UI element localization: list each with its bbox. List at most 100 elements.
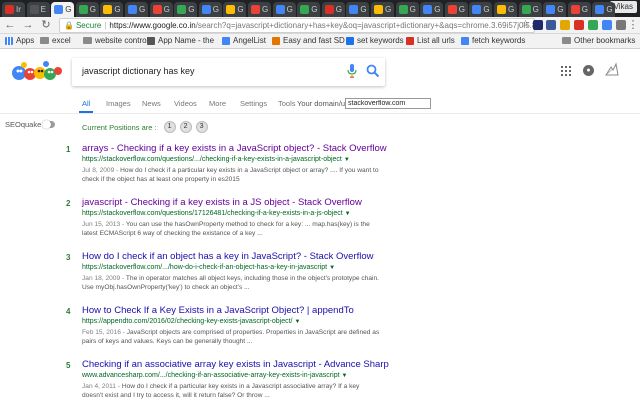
browser-tab[interactable]: G [248,2,271,17]
browser-tab[interactable]: G [420,2,444,17]
bookmark-item[interactable]: website controls [83,36,152,45]
result-title-link[interactable]: Checking if an associative array key exi… [82,359,389,370]
result-url[interactable]: https://stackoverflow.com/questions/.../… [82,156,350,163]
tab-settings[interactable]: Settings [240,99,267,108]
browser-tab[interactable]: G [469,2,493,17]
position-badge[interactable]: 1 [163,121,176,133]
tab-all[interactable]: All [82,99,90,108]
result-rank: 3 [66,253,71,262]
extension-icon[interactable] [560,20,570,30]
result-snippet: Jan 18, 2009 - The in operator matches a… [82,275,379,291]
menu-icon[interactable]: ⋮ [626,18,640,32]
browser-tab[interactable]: G [543,2,567,17]
extension-icon[interactable] [616,20,626,30]
back-arrow-icon[interactable]: ← [3,18,17,32]
notifications-icon[interactable]: ● [583,65,594,76]
tab-videos[interactable]: Videos [174,99,197,108]
browser-tab[interactable]: G [198,2,222,17]
bookmark-item[interactable]: fetch keywords [461,36,525,45]
result-title-link[interactable]: arrays - Checking if a key exists in a J… [82,143,387,154]
extension-icon[interactable] [546,20,556,30]
tab-favicon-icon [201,5,211,14]
browser-tab[interactable]: G [494,2,517,17]
result-rank: 5 [66,361,71,370]
extension-icon[interactable] [602,20,612,30]
browser-tab[interactable]: G [174,2,198,17]
browser-tab[interactable]: G [321,2,345,17]
tab-favicon-icon [177,5,187,14]
browser-tab[interactable]: G [149,2,173,17]
bookmark-star-icon[interactable]: ☆ [521,19,530,30]
tab-news[interactable]: News [142,99,161,108]
tab-label: G [606,5,613,14]
browser-tab[interactable]: G [395,2,419,17]
position-badge[interactable]: 3 [195,121,208,133]
bookmark-label: fetch keywords [472,36,526,45]
tab-favicon-icon [423,5,433,14]
bookmark-item[interactable]: AngelList [222,36,266,45]
browser-tab[interactable]: Ir [2,2,25,17]
tab-favicon-icon [497,5,506,14]
bookmark-favicon-icon [406,36,414,45]
tab-favicon-icon [570,5,580,14]
bookmark-item[interactable]: Other bookmarks [562,36,635,45]
tab-favicon-icon [300,5,310,14]
google-apps-icon[interactable] [561,66,571,76]
bookmark-label: website controls [95,36,153,45]
result-url[interactable]: https://stackoverflow.com/questions/1712… [82,210,351,217]
search-icon[interactable] [366,64,380,78]
microphone-icon[interactable] [347,64,357,78]
browser-tab[interactable]: G [51,2,75,17]
bookmark-item[interactable]: Apps [5,36,34,45]
browser-tab[interactable]: E [26,2,50,17]
search-input[interactable]: javascript dictionary has key [82,66,195,76]
seoquake-toggle[interactable] [42,120,55,129]
result-title-link[interactable]: How do I check if an object has a key in… [82,251,373,262]
forward-arrow-icon[interactable]: → [21,18,35,32]
address-bar[interactable]: 🔒 Secure | https://www.google.co.in /sea… [59,18,535,33]
tab-tools[interactable]: Tools [278,99,296,108]
extension-icon[interactable] [574,20,584,30]
bookmark-item[interactable]: excel [40,36,71,45]
browser-tab[interactable]: G [223,2,247,17]
browser-tab[interactable]: G [346,2,370,17]
browser-tab[interactable]: G [444,2,468,17]
avatar[interactable] [604,61,620,77]
browser-toolbar: ← → ↻ 🔒 Secure | https://www.google.co.i… [0,17,640,34]
result-snippet: Jul 8, 2009 - How do I check if a partic… [82,167,379,183]
result-title-link[interactable]: javascript - Checking if a key exists in… [82,197,362,208]
reload-icon[interactable]: ↻ [39,18,53,32]
browser-tab[interactable]: G [272,2,296,17]
result-url[interactable]: https://stackoverflow.com/.../how-do-i-c… [82,264,335,271]
browser-tab[interactable]: G [592,2,616,17]
result-url[interactable]: https://appendto.com/2016/02/checking-ke… [82,318,300,325]
domain-filter-input[interactable] [345,98,431,109]
browser-tab[interactable]: G [567,2,591,17]
tab-more[interactable]: More [209,99,226,108]
tab-label: G [335,5,343,14]
result-url[interactable]: www.advancesharp.com/.../checking-if-an-… [82,372,347,379]
seoquake-label: SEOquake [5,120,42,129]
tab-favicon-icon [78,5,88,14]
tab-label: G [65,5,72,14]
browser-tab[interactable]: G [371,2,394,17]
positions-label: Current Positions are : [82,122,157,132]
bookmark-item[interactable]: Easy and fast SD [272,36,345,45]
browser-tab[interactable]: G [518,2,542,17]
extension-icon[interactable] [533,20,543,30]
search-box[interactable]: javascript dictionary has key [72,58,385,86]
tab-label: G [434,5,441,14]
browser-tab[interactable]: G [297,2,321,17]
position-badge[interactable]: 2 [179,121,192,133]
dropdown-caret-icon: ▼ [343,157,350,163]
browser-tab[interactable]: G [100,2,124,17]
bookmark-item[interactable]: App Name - the [147,36,214,45]
browser-tab[interactable]: G [125,2,148,17]
tab-images[interactable]: Images [106,99,131,108]
google-doodle-logo[interactable] [11,60,63,86]
extension-icon[interactable] [588,20,598,30]
bookmark-item[interactable]: set keywords [346,36,404,45]
bookmark-item[interactable]: List all urls [406,36,455,45]
browser-tab[interactable]: G [75,2,99,17]
result-title-link[interactable]: How to Check If a Key Exists in a JavaSc… [82,305,354,316]
